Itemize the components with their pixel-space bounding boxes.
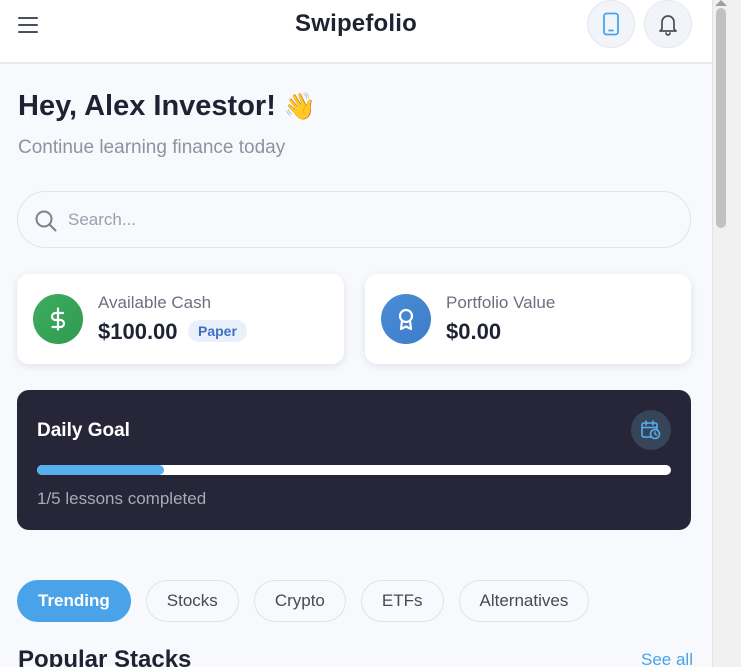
device-button[interactable] <box>587 0 635 48</box>
greeting-subtitle: Continue learning finance today <box>18 137 286 158</box>
tab-trending[interactable]: Trending <box>17 580 131 622</box>
portfolio-value-card[interactable]: Portfolio Value $0.00 <box>365 274 691 364</box>
greeting-heading: Hey, Alex Investor! 👋 <box>18 90 316 123</box>
app-header: Swipefolio <box>0 0 712 64</box>
popular-stacks-title: Popular Stacks <box>18 646 192 667</box>
scrollbar-thumb[interactable] <box>716 8 726 228</box>
waving-hand-icon: 👋 <box>283 91 317 121</box>
smartphone-icon <box>603 12 619 36</box>
tab-etfs[interactable]: ETFs <box>360 580 444 622</box>
portfolio-label: Portfolio Value <box>446 293 556 312</box>
page-scrollbar[interactable] <box>712 0 741 667</box>
tab-crypto[interactable]: Crypto <box>253 580 346 622</box>
cash-value: $100.00 <box>98 319 178 344</box>
daily-goal-title: Daily Goal <box>37 420 130 441</box>
bell-icon <box>659 15 677 36</box>
available-cash-card[interactable]: Available Cash $100.00 Paper <box>17 274 344 364</box>
portfolio-value: $0.00 <box>446 319 502 344</box>
daily-goal-status: 1/5 lessons completed <box>37 489 207 508</box>
dollar-icon <box>33 294 83 344</box>
paper-trading-badge: Paper <box>188 320 247 342</box>
daily-goal-progress-fill <box>37 465 164 475</box>
notifications-button[interactable] <box>644 0 692 48</box>
tab-alternatives[interactable]: Alternatives <box>458 580 590 622</box>
daily-goal-card: Daily Goal 1/5 lessons completed <box>17 390 691 530</box>
search-input[interactable] <box>68 206 668 234</box>
cash-label: Available Cash <box>98 293 212 312</box>
scroll-up-arrow-icon[interactable] <box>715 0 727 6</box>
calendar-clock-icon[interactable] <box>631 410 671 450</box>
greeting-text: Hey, Alex Investor! <box>18 90 276 122</box>
daily-goal-progress-bar <box>37 465 671 475</box>
category-tabs: Trending Stocks Crypto ETFs Alternatives <box>17 580 590 622</box>
see-all-link[interactable]: See all <box>641 650 693 667</box>
award-icon <box>381 294 431 344</box>
search-icon <box>35 210 57 232</box>
search-bar[interactable] <box>17 191 691 248</box>
tab-stocks[interactable]: Stocks <box>145 580 239 622</box>
